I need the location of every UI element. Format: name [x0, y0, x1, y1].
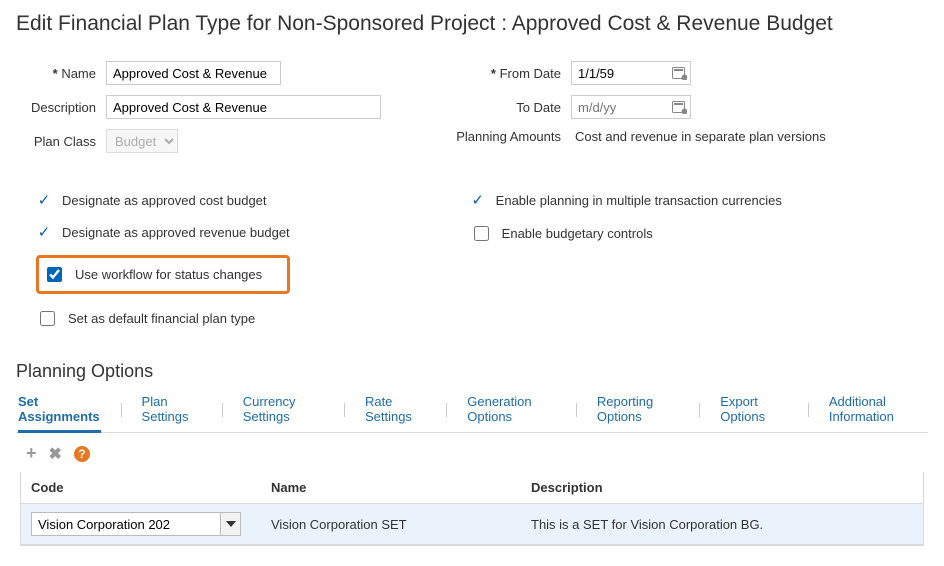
tab-generation-options[interactable]: Generation Options [467, 388, 556, 432]
help-icon[interactable]: ? [74, 446, 90, 462]
tab-additional-information[interactable]: Additional Information [829, 388, 928, 432]
row-name: Vision Corporation SET [261, 504, 521, 545]
tab-plan-settings[interactable]: Plan Settings [142, 388, 202, 432]
enable-multi-check: ✓ Enable planning in multiple transactio… [470, 191, 782, 209]
use-workflow-label: Use workflow for status changes [75, 267, 262, 282]
dropdown-button[interactable] [220, 513, 240, 535]
tabs-bar: Set Assignments Plan Settings Currency S… [16, 388, 928, 433]
name-label: * Name [16, 66, 106, 81]
designate-cost-label: Designate as approved cost budget [62, 193, 267, 208]
tab-rate-settings[interactable]: Rate Settings [365, 388, 427, 432]
use-workflow-checkbox[interactable] [47, 267, 62, 282]
delete-icon[interactable]: ✖ [49, 444, 62, 464]
enable-multi-label: Enable planning in multiple transaction … [496, 193, 782, 208]
col-name: Name [261, 472, 521, 504]
tab-set-assignments[interactable]: Set Assignments [18, 388, 101, 433]
workflow-highlight: Use workflow for status changes [36, 255, 290, 294]
col-description: Description [521, 472, 923, 504]
code-input[interactable] [32, 517, 220, 532]
designate-revenue-label: Designate as approved revenue budget [62, 225, 290, 240]
check-icon: ✓ [36, 191, 52, 209]
enable-budgetary-label: Enable budgetary controls [502, 226, 653, 241]
set-default-label: Set as default financial plan type [68, 311, 255, 326]
from-date-input[interactable] [571, 61, 691, 85]
plan-class-label: Plan Class [16, 134, 106, 149]
enable-budgetary-checkbox[interactable] [474, 226, 489, 241]
from-date-label: * From Date [441, 66, 571, 81]
set-default-checkbox[interactable] [40, 311, 55, 326]
planning-amounts-label: Planning Amounts [441, 129, 571, 144]
description-label: Description [16, 100, 106, 115]
tab-reporting-options[interactable]: Reporting Options [597, 388, 680, 432]
to-date-label: To Date [441, 100, 571, 115]
table-row[interactable]: Vision Corporation SET This is a SET for… [21, 504, 923, 545]
plan-class-select: Budget [106, 129, 178, 153]
planning-amounts-value: Cost and revenue in separate plan versio… [571, 129, 826, 144]
col-code: Code [21, 472, 261, 504]
code-combobox[interactable] [31, 512, 241, 536]
name-input[interactable] [106, 61, 281, 85]
tab-export-options[interactable]: Export Options [720, 388, 788, 432]
check-icon: ✓ [470, 191, 486, 209]
row-description: This is a SET for Vision Corporation BG. [521, 504, 923, 545]
tab-currency-settings[interactable]: Currency Settings [243, 388, 324, 432]
to-date-input[interactable] [571, 95, 691, 119]
set-assignments-table: Code Name Description Vision Corporation… [21, 472, 923, 545]
page-title: Edit Financial Plan Type for Non-Sponsor… [16, 12, 928, 36]
planning-options-heading: Planning Options [16, 361, 928, 382]
designate-revenue-check: ✓ Designate as approved revenue budget [36, 223, 290, 241]
description-input[interactable] [106, 95, 381, 119]
check-icon: ✓ [36, 223, 52, 241]
designate-cost-check: ✓ Designate as approved cost budget [36, 191, 290, 209]
add-icon[interactable]: + [26, 443, 37, 464]
